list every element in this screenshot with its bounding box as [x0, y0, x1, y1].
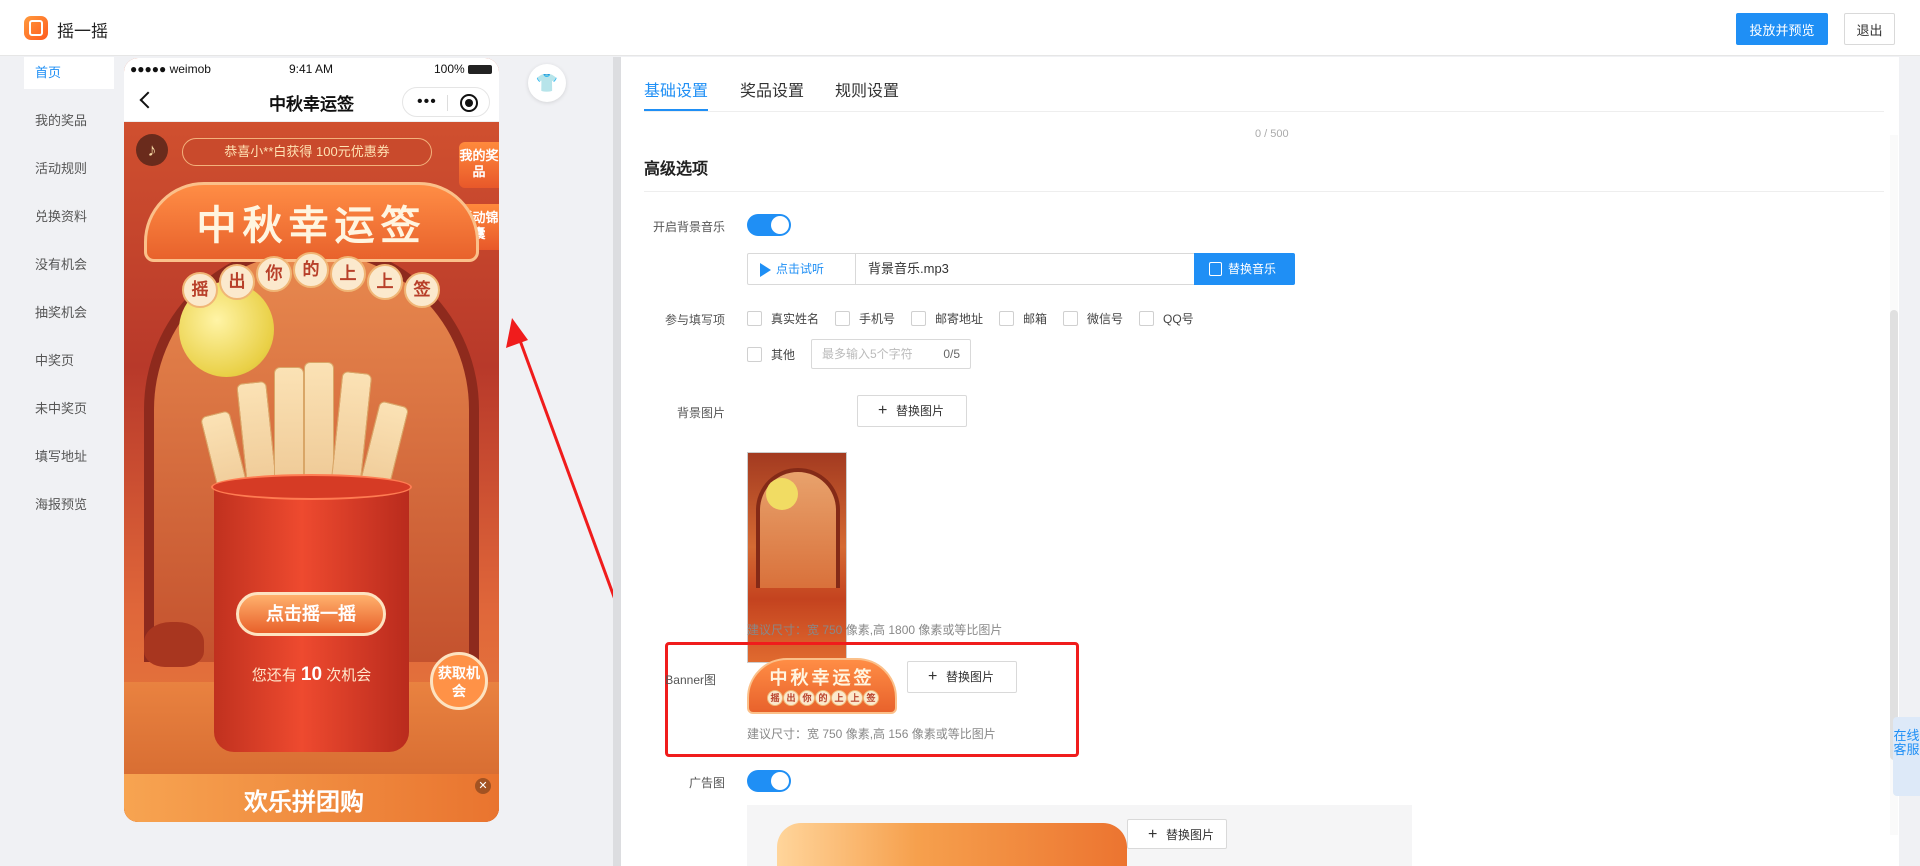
sidebar-item-draw-chance[interactable]: 抽奖机会: [24, 297, 114, 329]
banner-title: 中秋幸运签: [196, 204, 427, 248]
publish-preview-button[interactable]: 投放并预览: [1736, 13, 1828, 45]
ad-image-toggle[interactable]: [747, 770, 791, 792]
battery-text: 100%: [434, 62, 465, 76]
sidebar-item-poster[interactable]: 海报预览: [24, 489, 114, 521]
sidebar-item-no-chance[interactable]: 没有机会: [24, 249, 114, 281]
exit-button[interactable]: 退出: [1844, 13, 1895, 45]
status-time: 9:41 AM: [289, 62, 334, 76]
sidebar-item-lose-page[interactable]: 未中奖页: [24, 393, 114, 425]
sidebar-item-win-page[interactable]: 中奖页: [24, 345, 114, 377]
battery-icon: [468, 65, 492, 74]
ad-image-label: 广告图: [688, 776, 725, 790]
my-prizes-tag[interactable]: 我的奖品: [459, 142, 499, 188]
bg-image-label: 背景图片: [676, 406, 725, 420]
plus-icon: +: [928, 668, 938, 685]
banner-coin: 你: [256, 256, 292, 292]
replace-bg-image-button[interactable]: + 替换图片: [857, 395, 967, 427]
other-field-counter: 0/5: [943, 347, 960, 361]
close-target-icon[interactable]: [460, 94, 478, 112]
phone-status-bar: ●●●●● weimob 9:41 AM 100%: [124, 58, 499, 80]
ad-image-preview: + 替换图片: [747, 805, 1412, 866]
tab-prize-settings[interactable]: 奖品设置: [740, 77, 804, 111]
app-title: 摇一摇: [57, 22, 108, 41]
phone-nav-bar: 中秋幸运签 •••: [124, 80, 499, 122]
sidebar-item-my-prizes[interactable]: 我的奖品: [24, 105, 114, 137]
music-file-icon: [1209, 262, 1222, 276]
teapot-image: [144, 622, 204, 667]
sidebar-item-rules[interactable]: 活动规则: [24, 153, 114, 185]
bg-music-toggle[interactable]: [747, 214, 791, 236]
sidebar-item-redeem-info[interactable]: 兑换资料: [24, 201, 114, 233]
panel-divider[interactable]: [613, 57, 621, 866]
winner-marquee: 恭喜小**白获得 100元优惠券: [182, 138, 432, 166]
bg-music-label: 开启背景音乐: [652, 220, 725, 234]
banner-image: 中秋幸运签: [144, 182, 479, 262]
phone-preview: ●●●●● weimob 9:41 AM 100% 中秋幸运签 ••• ♪ 恭喜…: [124, 58, 499, 822]
app-logo-icon: [24, 16, 48, 40]
banner-hint: 建议尺寸：宽 750 像素,高 156 像素或等比图片: [747, 727, 996, 741]
close-icon[interactable]: ✕: [475, 778, 491, 794]
checkbox-phone[interactable]: 手机号: [835, 311, 895, 327]
music-file-name: 背景音乐.mp3: [868, 261, 949, 276]
ad-banner-text: 欢乐拼团购: [244, 789, 364, 816]
replace-ad-image-button[interactable]: + 替换图片: [1127, 819, 1227, 849]
banner-coin: 摇: [182, 272, 218, 308]
plus-icon: +: [1148, 826, 1158, 843]
checkbox-wechat[interactable]: 微信号: [1063, 311, 1123, 327]
settings-panel: 基础设置 奖品设置 规则设置 0 / 500 高级选项 开启背景音乐 点击试听 …: [621, 57, 1899, 866]
sidebar-item-home[interactable]: 首页: [24, 57, 114, 89]
checkbox-other[interactable]: 其他: [747, 347, 795, 363]
page-sidebar: 首页 我的奖品 活动规则 兑换资料 没有机会 抽奖机会 中奖页 未中奖页 填写地…: [0, 57, 120, 866]
chance-count: 10: [300, 664, 323, 685]
plus-icon: +: [878, 402, 888, 419]
checkbox-qq[interactable]: QQ号: [1139, 311, 1194, 327]
banner-coin: 出: [219, 264, 255, 300]
get-chance-button[interactable]: 获取机会: [430, 652, 488, 710]
music-control: 点击试听 背景音乐.mp3 替换音乐: [747, 253, 1295, 285]
banner-thumbnail: 中秋幸运签 摇 出 你 的 上 上 签: [747, 658, 897, 714]
music-note-icon[interactable]: ♪: [136, 134, 168, 166]
top-bar: 摇一摇 投放并预览 退出: [0, 0, 1920, 56]
replace-banner-button[interactable]: + 替换图片: [907, 661, 1017, 693]
banner-coin: 的: [293, 252, 329, 288]
listen-button[interactable]: 点击试听: [748, 254, 856, 284]
mini-program-capsule: •••: [402, 87, 490, 117]
play-icon: [760, 263, 771, 277]
banner-coin: 签: [404, 272, 440, 308]
section-title: 高级选项: [644, 161, 709, 178]
checkbox-address[interactable]: 邮寄地址: [911, 311, 983, 327]
replace-music-button[interactable]: 替换音乐: [1194, 253, 1295, 285]
shake-button[interactable]: 点击摇一摇: [236, 592, 386, 636]
tab-basic-settings[interactable]: 基础设置: [644, 77, 709, 111]
ad-banner[interactable]: 欢乐拼团购 ✕: [124, 774, 499, 822]
checkbox-email[interactable]: 邮箱: [999, 311, 1047, 327]
tab-rule-settings[interactable]: 规则设置: [835, 77, 899, 111]
banner-label: Banner图: [665, 673, 716, 687]
scrollbar-thumb[interactable]: [1890, 310, 1898, 760]
checkbox-real-name[interactable]: 真实姓名: [747, 311, 819, 327]
banner-coins: 摇 出 你 的 上 上 签: [182, 252, 442, 308]
banner-coin: 上: [367, 264, 403, 300]
sidebar-item-address[interactable]: 填写地址: [24, 441, 114, 473]
chance-text: 您还有 10 次机会: [251, 664, 372, 685]
theme-skin-icon[interactable]: 👕: [528, 64, 566, 102]
activity-scene: ♪ 恭喜小**白获得 100元优惠券 我的奖品 活动锦囊 中秋幸运签 摇 出 你…: [124, 122, 499, 822]
char-counter: 0 / 500: [1255, 128, 1289, 140]
other-field-input[interactable]: 最多输入5个字符 0/5: [811, 339, 971, 369]
carrier-text: ●●●●● weimob: [130, 62, 211, 76]
fields-label: 参与填写项: [664, 313, 725, 327]
banner-coin: 上: [330, 256, 366, 292]
bg-image-hint: 建议尺寸：宽 750 像素,高 1800 像素或等比图片: [747, 623, 1003, 637]
more-icon[interactable]: •••: [417, 94, 437, 110]
online-service-tab[interactable]: 在线客服: [1893, 717, 1920, 796]
